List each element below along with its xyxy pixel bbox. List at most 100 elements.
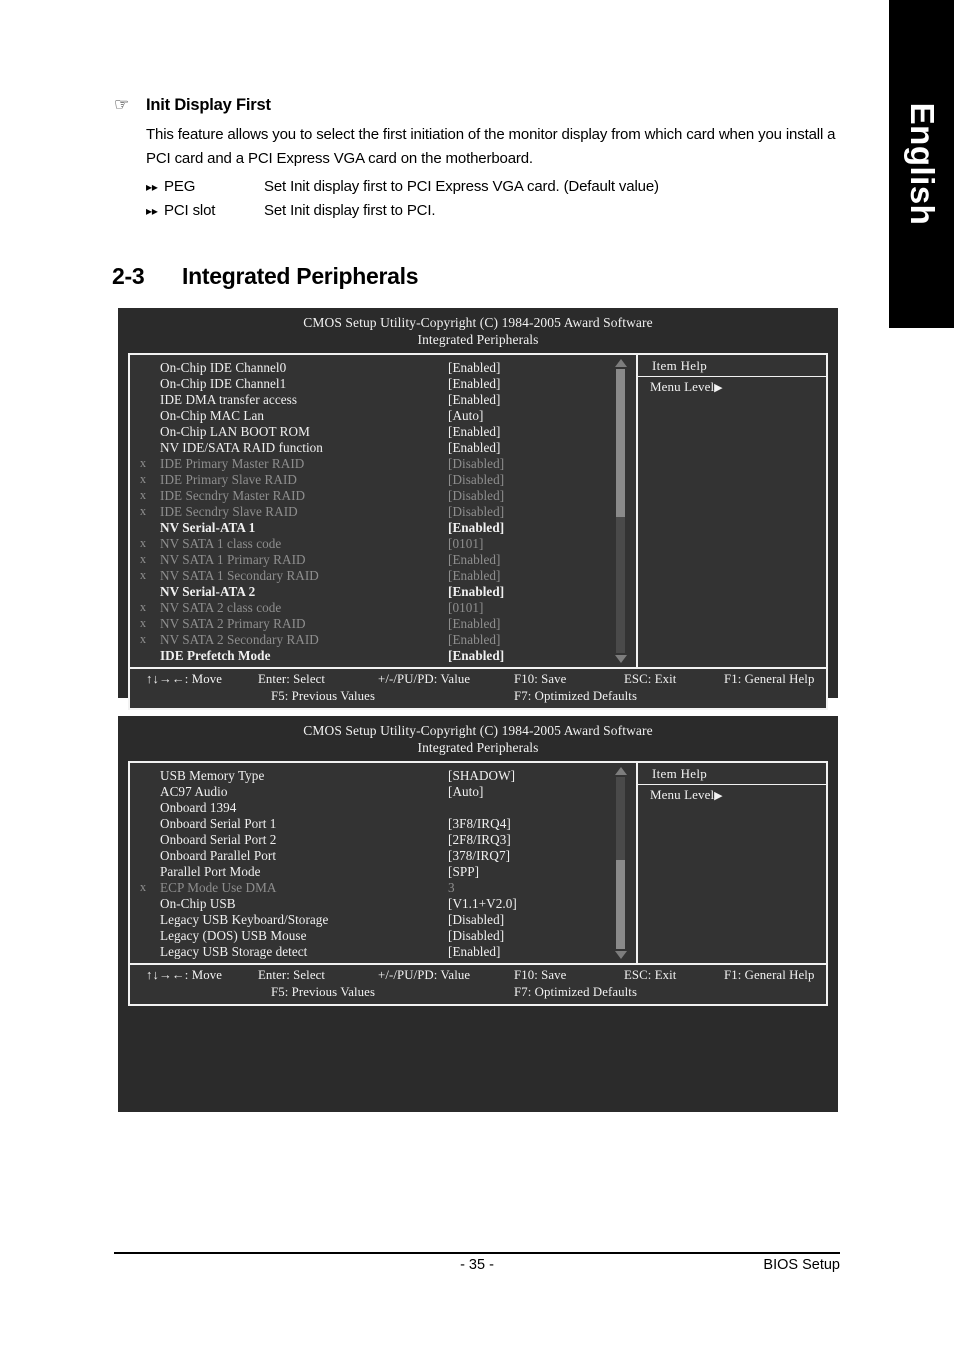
- row-value[interactable]: [Enabled]: [448, 520, 636, 536]
- row-value[interactable]: [Enabled]: [448, 568, 636, 584]
- row-value[interactable]: [V1.1+V2.0]: [448, 896, 636, 912]
- bios-option-row[interactable]: IDE Prefetch Mode [Enabled]: [130, 647, 636, 663]
- bios-option-row[interactable]: Parallel Port Mode [SPP]: [130, 863, 636, 879]
- bios-screenshot-1: CMOS Setup Utility-Copyright (C) 1984-20…: [118, 308, 838, 711]
- chevron-right-icon: ▶: [714, 381, 723, 394]
- bios-option-row[interactable]: x IDE Secndry Slave RAID [Disabled]: [130, 503, 636, 519]
- bios-option-row[interactable]: Onboard 1394: [130, 799, 636, 815]
- row-disabled-marker: x: [139, 879, 147, 894]
- row-value[interactable]: [0101]: [448, 536, 636, 552]
- bios-option-row[interactable]: Legacy USB Storage detect [Enabled]: [130, 943, 636, 959]
- bios-subtitle: Integrated Peripherals: [417, 740, 539, 756]
- bios-option-row[interactable]: On-Chip IDE Channel1 [Enabled]: [130, 375, 636, 391]
- scroll-thumb[interactable]: [616, 369, 625, 518]
- bios-scrollbar[interactable]: [614, 359, 627, 664]
- menu-level-label: Menu Level: [650, 379, 715, 395]
- scroll-up-arrow-icon[interactable]: [614, 359, 627, 368]
- row-value[interactable]: [Enabled]: [448, 648, 636, 664]
- row-value[interactable]: [Disabled]: [448, 928, 636, 944]
- bios-option-row[interactable]: Legacy USB Keyboard/Storage [Disabled]: [130, 911, 636, 927]
- bios-option-row[interactable]: On-Chip LAN BOOT ROM [Enabled]: [130, 423, 636, 439]
- row-value[interactable]: [Disabled]: [448, 488, 636, 504]
- bios-option-row[interactable]: NV IDE/SATA RAID function [Enabled]: [130, 439, 636, 455]
- bios-scrollbar[interactable]: [614, 767, 627, 960]
- row-label: NV Serial-ATA 2: [160, 583, 256, 599]
- bios-option-row[interactable]: x NV SATA 2 Secondary RAID [Enabled]: [130, 631, 636, 647]
- row-value[interactable]: [378/IRQ7]: [448, 848, 636, 864]
- scroll-track-before[interactable]: [616, 777, 625, 860]
- row-value[interactable]: [Enabled]: [448, 552, 636, 568]
- row-value[interactable]: [Disabled]: [448, 456, 636, 472]
- scroll-track[interactable]: [616, 369, 625, 654]
- row-label: NV SATA 2 Primary RAID: [160, 615, 306, 631]
- bios-title: CMOS Setup Utility-Copyright (C) 1984-20…: [303, 723, 653, 738]
- bios-option-row[interactable]: x NV SATA 1 Primary RAID [Enabled]: [130, 551, 636, 567]
- row-value[interactable]: 3: [448, 880, 636, 896]
- bios-option-row[interactable]: On-Chip MAC Lan [Auto]: [130, 407, 636, 423]
- row-value[interactable]: [Enabled]: [448, 424, 636, 440]
- bios-subtitle: Integrated Peripherals: [417, 332, 539, 348]
- bios-option-row[interactable]: On-Chip USB [V1.1+V2.0]: [130, 895, 636, 911]
- row-value[interactable]: [Enabled]: [448, 632, 636, 648]
- bios-option-row[interactable]: x NV SATA 1 class code [0101]: [130, 535, 636, 551]
- bios-option-row[interactable]: On-Chip IDE Channel0 [Enabled]: [130, 359, 636, 375]
- row-value[interactable]: [0101]: [448, 600, 636, 616]
- bios-option-row[interactable]: IDE DMA transfer access [Enabled]: [130, 391, 636, 407]
- section-number: 2-3: [112, 263, 145, 289]
- bios-frame: USB Memory Type [SHADOW] AC97 Audio [Auto] O…: [128, 761, 828, 1007]
- row-value[interactable]: [3F8/IRQ4]: [448, 816, 636, 832]
- bios-option-row[interactable]: Onboard Serial Port 2 [2F8/IRQ3]: [130, 831, 636, 847]
- bios-option-row[interactable]: NV Serial-ATA 1 [Enabled]: [130, 519, 636, 535]
- scroll-down-arrow-icon[interactable]: [614, 655, 627, 664]
- row-label: ECP Mode Use DMA: [160, 879, 277, 895]
- bios-option-row[interactable]: x IDE Secndry Master RAID [Disabled]: [130, 487, 636, 503]
- bios-option-row[interactable]: x IDE Primary Slave RAID [Disabled]: [130, 471, 636, 487]
- row-value[interactable]: [Auto]: [448, 784, 636, 800]
- row-label: IDE Primary Slave RAID: [160, 471, 297, 487]
- row-value[interactable]: [Enabled]: [448, 944, 636, 960]
- row-label: On-Chip IDE Channel1: [160, 375, 287, 391]
- bios-option-row[interactable]: USB Memory Type [SHADOW]: [130, 767, 636, 783]
- row-value[interactable]: [Enabled]: [448, 360, 636, 376]
- bios-option-row[interactable]: NV Serial-ATA 2 [Enabled]: [130, 583, 636, 599]
- row-value[interactable]: [Enabled]: [448, 392, 636, 408]
- row-label: IDE Prefetch Mode: [160, 647, 271, 663]
- bios-option-row[interactable]: x IDE Primary Master RAID [Disabled]: [130, 455, 636, 471]
- bios-option-row[interactable]: x ECP Mode Use DMA 3: [130, 879, 636, 895]
- row-value[interactable]: [Disabled]: [448, 504, 636, 520]
- page-number: - 35 -: [460, 1257, 494, 1273]
- row-value[interactable]: [Enabled]: [448, 440, 636, 456]
- key-save: F10: Save: [514, 672, 567, 687]
- bios-option-row[interactable]: AC97 Audio [Auto]: [130, 783, 636, 799]
- row-value[interactable]: [Disabled]: [448, 912, 636, 928]
- bios-option-row[interactable]: Onboard Serial Port 1 [3F8/IRQ4]: [130, 815, 636, 831]
- scroll-track[interactable]: [616, 777, 625, 950]
- key-previous-values: F5: Previous Values: [271, 985, 376, 1000]
- feature-heading: ☞ Init Display First: [114, 96, 854, 115]
- row-label: Legacy USB Keyboard/Storage: [160, 911, 329, 927]
- bios-option-row[interactable]: x NV SATA 2 class code [0101]: [130, 599, 636, 615]
- bios-footer-line-2: F5: Previous Values F7: Optimized Defaul…: [130, 983, 826, 1000]
- row-value[interactable]: [Disabled]: [448, 472, 636, 488]
- row-disabled-marker: x: [139, 551, 147, 566]
- row-value[interactable]: [Auto]: [448, 408, 636, 424]
- row-label: On-Chip MAC Lan: [160, 407, 265, 423]
- bios-option-row[interactable]: Onboard Parallel Port [378/IRQ7]: [130, 847, 636, 863]
- row-label: On-Chip LAN BOOT ROM: [160, 423, 310, 439]
- row-value[interactable]: [SHADOW]: [448, 768, 636, 784]
- row-value[interactable]: [Enabled]: [448, 584, 636, 600]
- row-value[interactable]: [SPP]: [448, 864, 636, 880]
- chevron-right-icon: ▶: [714, 789, 723, 802]
- key-help: F1: General Help: [724, 968, 815, 983]
- language-tab-label: English: [903, 102, 941, 226]
- row-value[interactable]: [Enabled]: [448, 376, 636, 392]
- bios-option-row[interactable]: x NV SATA 2 Primary RAID [Enabled]: [130, 615, 636, 631]
- row-value[interactable]: [Enabled]: [448, 616, 636, 632]
- scroll-down-arrow-icon[interactable]: [614, 951, 627, 960]
- bios-option-row[interactable]: Legacy (DOS) USB Mouse [Disabled]: [130, 927, 636, 943]
- scroll-thumb[interactable]: [616, 860, 625, 950]
- scroll-up-arrow-icon[interactable]: [614, 767, 627, 776]
- feature-option-desc: Set Init display first to PCI.: [264, 201, 436, 219]
- row-value[interactable]: [2F8/IRQ3]: [448, 832, 636, 848]
- bios-option-row[interactable]: x NV SATA 1 Secondary RAID [Enabled]: [130, 567, 636, 583]
